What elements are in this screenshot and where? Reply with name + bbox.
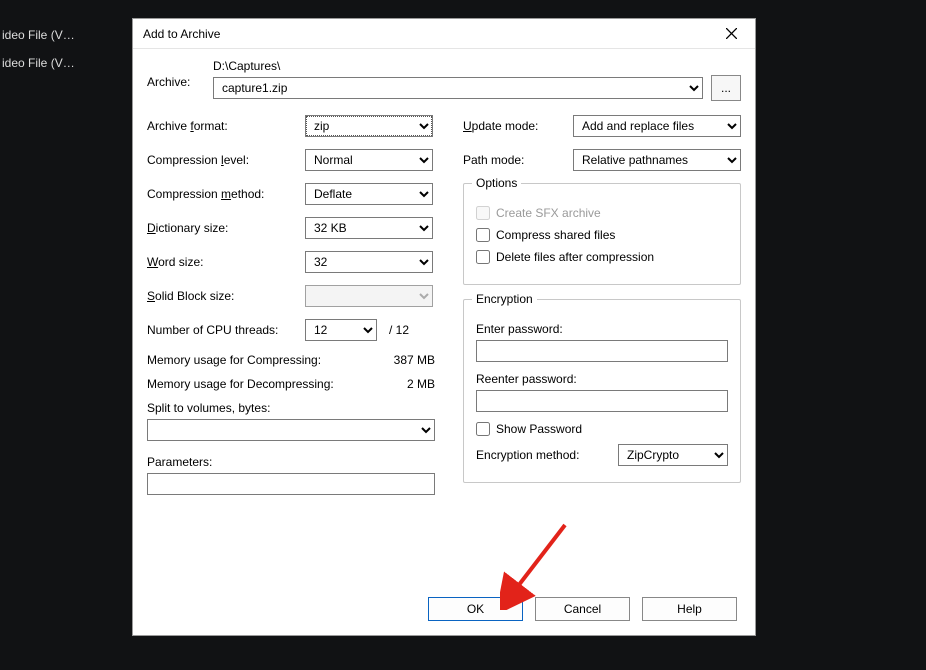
mem-decompress-label: Memory usage for Decompressing: — [147, 377, 334, 391]
create-sfx-checkbox — [476, 206, 490, 220]
archive-filename-combo[interactable]: capture1.zip — [213, 77, 703, 99]
update-mode-label: Update mode: — [463, 119, 573, 133]
compression-method-select[interactable]: Deflate — [305, 183, 433, 205]
titlebar[interactable]: Add to Archive — [133, 19, 755, 49]
show-password-label: Show Password — [496, 422, 582, 436]
solid-block-select — [305, 285, 433, 307]
dialog-title: Add to Archive — [143, 27, 220, 41]
compress-shared-checkbox-row[interactable]: Compress shared files — [476, 228, 728, 242]
mem-compress-label: Memory usage for Compressing: — [147, 353, 321, 367]
file-name: ideo File (V… — [0, 28, 130, 42]
encryption-group: Encryption Enter password: Reenter passw… — [463, 299, 741, 483]
dictionary-size-select[interactable]: 32 KB — [305, 217, 433, 239]
word-size-select[interactable]: 32 — [305, 251, 433, 273]
show-password-checkbox[interactable] — [476, 422, 490, 436]
delete-after-checkbox-row[interactable]: Delete files after compression — [476, 250, 728, 264]
file-name: ideo File (V… — [0, 56, 130, 70]
archive-label: Archive: — [147, 59, 197, 89]
compression-level-label: Compression level: — [147, 153, 305, 167]
options-title: Options — [472, 176, 521, 190]
close-button[interactable] — [713, 22, 749, 46]
compression-method-label: Compression method: — [147, 187, 305, 201]
mem-decompress-value: 2 MB — [407, 377, 435, 391]
mem-compress-value: 387 MB — [394, 353, 435, 367]
cpu-threads-max: / 12 — [389, 323, 409, 337]
add-to-archive-dialog: Add to Archive Archive: D:\Captures\ cap… — [132, 18, 756, 636]
split-volumes-label: Split to volumes, bytes: — [147, 401, 435, 415]
compression-level-select[interactable]: Normal — [305, 149, 433, 171]
create-sfx-checkbox-row: Create SFX archive — [476, 206, 728, 220]
archive-path: D:\Captures\ — [213, 59, 741, 73]
word-size-label: Word size: — [147, 255, 305, 269]
enter-password-label: Enter password: — [476, 322, 728, 336]
cpu-threads-label: Number of CPU threads: — [147, 323, 305, 337]
encryption-method-label: Encryption method: — [476, 448, 579, 462]
create-sfx-label: Create SFX archive — [496, 206, 601, 220]
path-mode-select[interactable]: Relative pathnames — [573, 149, 741, 171]
delete-after-checkbox[interactable] — [476, 250, 490, 264]
dictionary-size-label: Dictionary size: — [147, 221, 305, 235]
encryption-title: Encryption — [472, 292, 537, 306]
compress-shared-checkbox[interactable] — [476, 228, 490, 242]
show-password-checkbox-row[interactable]: Show Password — [476, 422, 728, 436]
delete-after-label: Delete files after compression — [496, 250, 654, 264]
browse-button[interactable]: ... — [711, 75, 741, 101]
close-icon — [726, 28, 737, 39]
help-button[interactable]: Help — [642, 597, 737, 621]
cpu-threads-select[interactable]: 12 — [305, 319, 377, 341]
reenter-password-label: Reenter password: — [476, 372, 728, 386]
compress-shared-label: Compress shared files — [496, 228, 615, 242]
reenter-password-input[interactable] — [476, 390, 728, 412]
update-mode-select[interactable]: Add and replace files — [573, 115, 741, 137]
split-volumes-combo[interactable] — [147, 419, 435, 441]
archive-format-select[interactable]: zip — [305, 115, 433, 137]
parameters-label: Parameters: — [147, 455, 435, 469]
encryption-method-select[interactable]: ZipCrypto — [618, 444, 728, 466]
archive-format-label: Archive format: — [147, 119, 305, 133]
parameters-input[interactable] — [147, 473, 435, 495]
cancel-button[interactable]: Cancel — [535, 597, 630, 621]
ok-button[interactable]: OK — [428, 597, 523, 621]
solid-block-label: Solid Block size: — [147, 289, 305, 303]
options-group: Options Create SFX archive Compress shar… — [463, 183, 741, 285]
path-mode-label: Path mode: — [463, 153, 573, 167]
enter-password-input[interactable] — [476, 340, 728, 362]
